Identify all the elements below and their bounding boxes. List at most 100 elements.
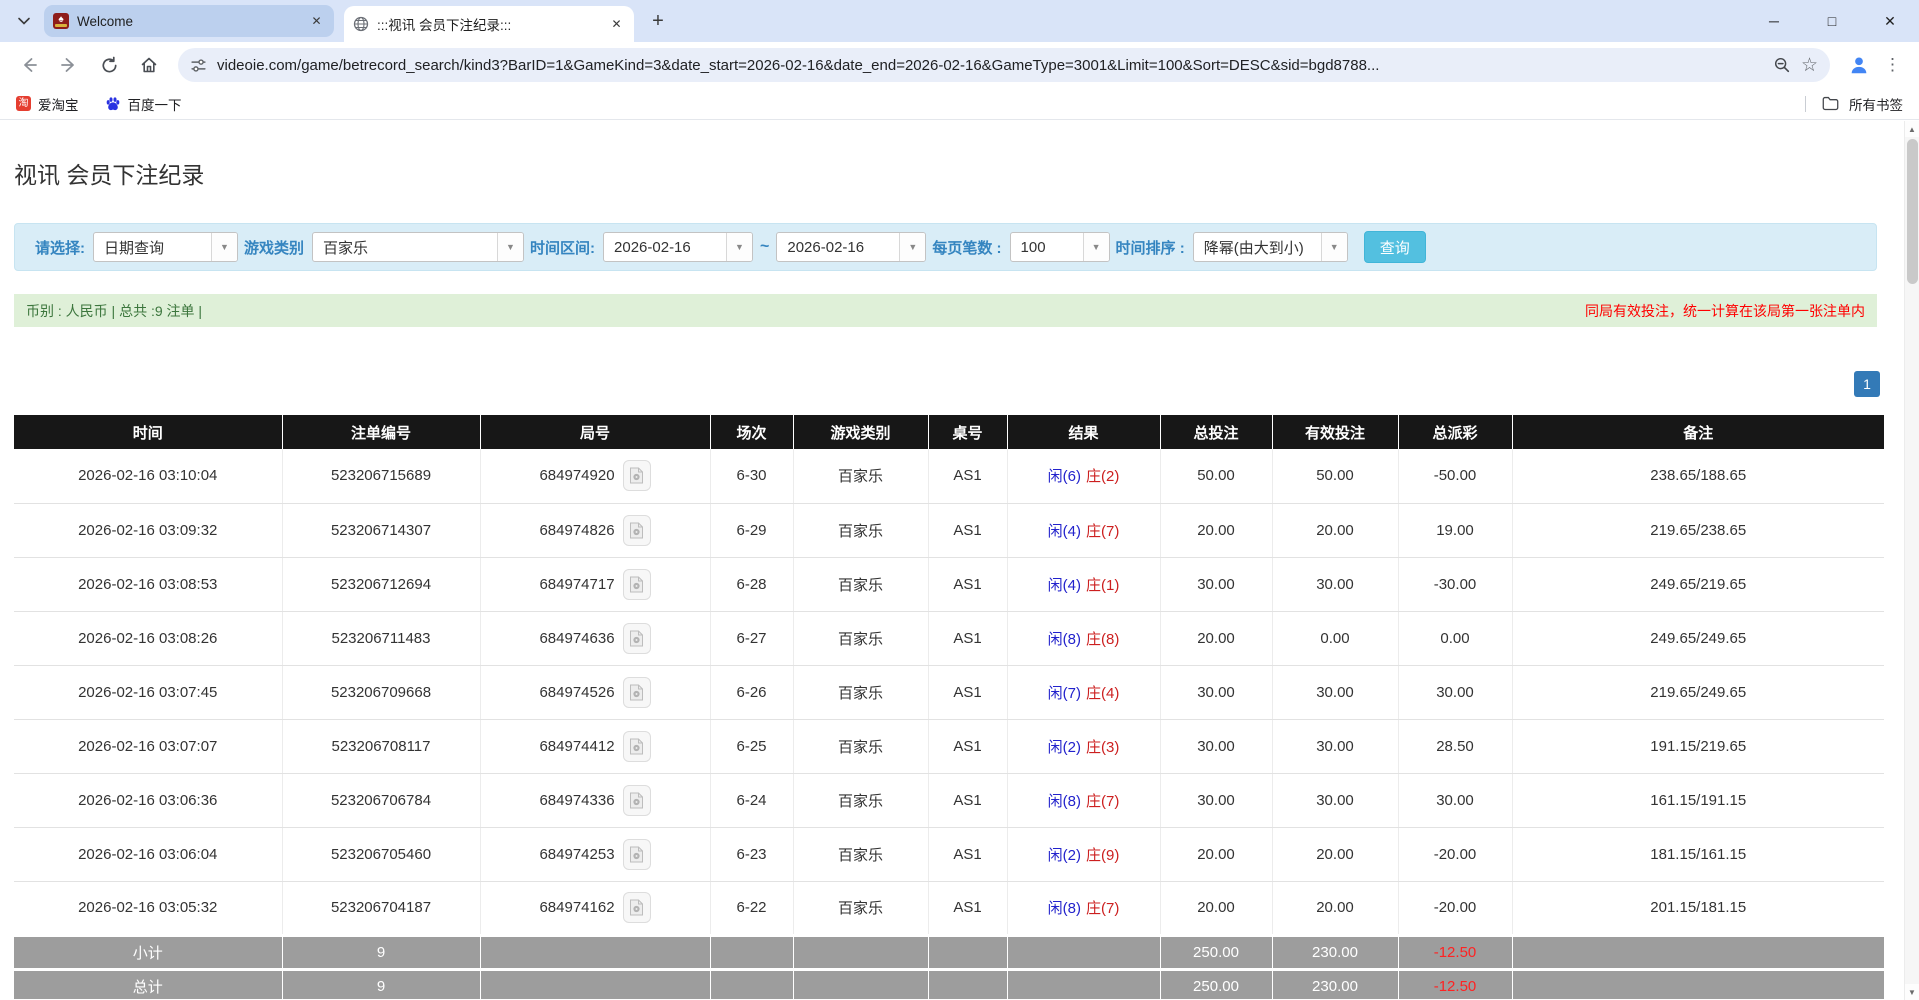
session-cell: 6-30 (710, 449, 793, 503)
replay-video-button[interactable] (623, 515, 651, 546)
minimize-button[interactable]: ─ (1745, 0, 1803, 42)
table-id-cell: AS1 (928, 773, 1007, 827)
bookmark-aitaobao[interactable]: 淘 爱淘宝 (16, 94, 79, 114)
profile-avatar-icon[interactable] (1848, 54, 1870, 76)
replay-video-button[interactable] (623, 460, 651, 491)
maximize-button[interactable]: □ (1803, 0, 1861, 42)
result-cell: 闲(8)庄(8) (1007, 611, 1160, 665)
remark-cell: 181.15/161.15 (1512, 827, 1884, 881)
remark-cell: 161.15/191.15 (1512, 773, 1884, 827)
chevron-down-icon[interactable]: ▼ (1083, 233, 1109, 261)
site-info-icon[interactable] (190, 57, 207, 74)
back-arrow-icon (19, 55, 39, 75)
summary-value-cell: 250.00 (1160, 969, 1272, 999)
summary-value-cell (1512, 969, 1884, 999)
column-header: 总派彩 (1398, 415, 1512, 449)
scroll-up-icon[interactable]: ▲ (1905, 121, 1919, 137)
replay-video-button[interactable] (623, 731, 651, 762)
date-range-tilde: ~ (760, 238, 769, 256)
tab-close-icon[interactable]: ✕ (608, 16, 625, 33)
chevron-down-icon[interactable]: ▼ (726, 233, 752, 261)
sort-select[interactable]: 降幂(由大到小) ▼ (1193, 232, 1348, 262)
bookmark-star-icon[interactable]: ☆ (1801, 54, 1818, 77)
summary-value-cell (710, 935, 793, 969)
bet-records-table: 时间注单编号局号场次游戏类别桌号结果总投注有效投注总派彩备注 2026-02-1… (14, 415, 1884, 999)
all-bookmarks-label: 所有书签 (1849, 94, 1903, 114)
forward-arrow-icon (59, 55, 79, 75)
tab-strip: ♠ Welcome ✕ :::视讯 会员下注纪录::: ✕ + ─ □ ✕ (0, 0, 1919, 42)
bet-id-cell: 523206712694 (282, 557, 480, 611)
bet-time-cell: 2026-02-16 03:09:32 (14, 503, 282, 557)
window-controls: ─ □ ✕ (1745, 0, 1919, 42)
valid-bet-cell: 0.00 (1272, 611, 1398, 665)
replay-video-button[interactable] (623, 785, 651, 816)
replay-video-button[interactable] (623, 623, 651, 654)
replay-video-button[interactable] (623, 677, 651, 708)
date-start-select[interactable]: 2026-02-16 ▼ (603, 232, 753, 262)
close-button[interactable]: ✕ (1861, 0, 1919, 42)
video-file-icon (629, 522, 644, 539)
reload-button[interactable] (90, 46, 128, 84)
page-number-button[interactable]: 1 (1854, 371, 1880, 397)
game-kind-cell: 百家乐 (793, 557, 928, 611)
scrollbar-thumb[interactable] (1907, 139, 1918, 284)
bet-id-cell: 523206715689 (282, 449, 480, 503)
replay-video-button[interactable] (623, 892, 651, 923)
browser-menu-icon[interactable]: ⋮ (1884, 55, 1901, 75)
table-id-cell: AS1 (928, 611, 1007, 665)
date-end-select[interactable]: 2026-02-16 ▼ (776, 232, 926, 262)
total-bet-cell: 30.00 (1160, 557, 1272, 611)
bookmark-baidu[interactable]: 百度一下 (105, 94, 182, 114)
chevron-down-icon[interactable]: ▼ (211, 233, 237, 261)
chevron-down-icon[interactable]: ▼ (1321, 233, 1347, 261)
chevron-down-icon[interactable]: ▼ (899, 233, 925, 261)
tab-search-button[interactable] (10, 7, 38, 35)
round-cell: 684974636 (480, 611, 710, 665)
column-header: 游戏类别 (793, 415, 928, 449)
query-type-value: 日期查询 (94, 233, 211, 261)
browser-toolbar: videoie.com/game/betrecord_search/kind3?… (0, 42, 1919, 88)
new-tab-button[interactable]: + (644, 7, 672, 35)
replay-video-button[interactable] (623, 839, 651, 870)
zoom-out-indicator-icon[interactable] (1773, 56, 1791, 74)
bet-time-cell: 2026-02-16 03:07:07 (14, 719, 282, 773)
game-kind-cell: 百家乐 (793, 719, 928, 773)
game-kind-select[interactable]: 百家乐 ▼ (312, 232, 524, 262)
result-banker: 庄(2) (1086, 468, 1119, 485)
total-bet-cell: 20.00 (1160, 827, 1272, 881)
column-header: 局号 (480, 415, 710, 449)
game-kind-cell: 百家乐 (793, 449, 928, 503)
back-button[interactable] (10, 46, 48, 84)
replay-video-button[interactable] (623, 569, 651, 600)
home-button[interactable] (130, 46, 168, 84)
video-file-icon (629, 630, 644, 647)
tab-close-icon[interactable]: ✕ (308, 13, 325, 30)
game-kind-label: 游戏类别 (244, 237, 304, 258)
session-cell: 6-27 (710, 611, 793, 665)
scroll-down-icon[interactable]: ▼ (1905, 984, 1919, 1000)
summary-value-cell: -12.50 (1398, 969, 1512, 999)
payout-cell: 30.00 (1398, 773, 1512, 827)
table-id-cell: AS1 (928, 827, 1007, 881)
remark-cell: 201.15/181.15 (1512, 881, 1884, 935)
tab-title: :::视讯 会员下注纪录::: (377, 14, 600, 34)
remark-cell: 238.65/188.65 (1512, 449, 1884, 503)
remark-cell: 219.65/238.65 (1512, 503, 1884, 557)
url-bar[interactable]: videoie.com/game/betrecord_search/kind3?… (178, 48, 1830, 82)
chevron-down-icon[interactable]: ▼ (497, 233, 523, 261)
tab-welcome[interactable]: ♠ Welcome ✕ (44, 5, 334, 37)
result-player: 闲(8) (1048, 793, 1081, 810)
all-bookmarks[interactable]: 所有书签 (1805, 94, 1903, 114)
per-page-select[interactable]: 100 ▼ (1010, 232, 1110, 262)
search-button[interactable]: 查询 (1364, 231, 1426, 263)
tab-betrecord[interactable]: :::视讯 会员下注纪录::: ✕ (344, 6, 634, 42)
forward-button[interactable] (50, 46, 88, 84)
column-header: 总投注 (1160, 415, 1272, 449)
column-header: 注单编号 (282, 415, 480, 449)
url-text[interactable]: videoie.com/game/betrecord_search/kind3?… (217, 57, 1763, 74)
game-kind-cell: 百家乐 (793, 611, 928, 665)
remark-cell: 249.65/219.65 (1512, 557, 1884, 611)
vertical-scrollbar[interactable]: ▲ ▼ (1904, 121, 1919, 1000)
result-player: 闲(2) (1048, 739, 1081, 756)
query-type-select[interactable]: 日期查询 ▼ (93, 232, 238, 262)
